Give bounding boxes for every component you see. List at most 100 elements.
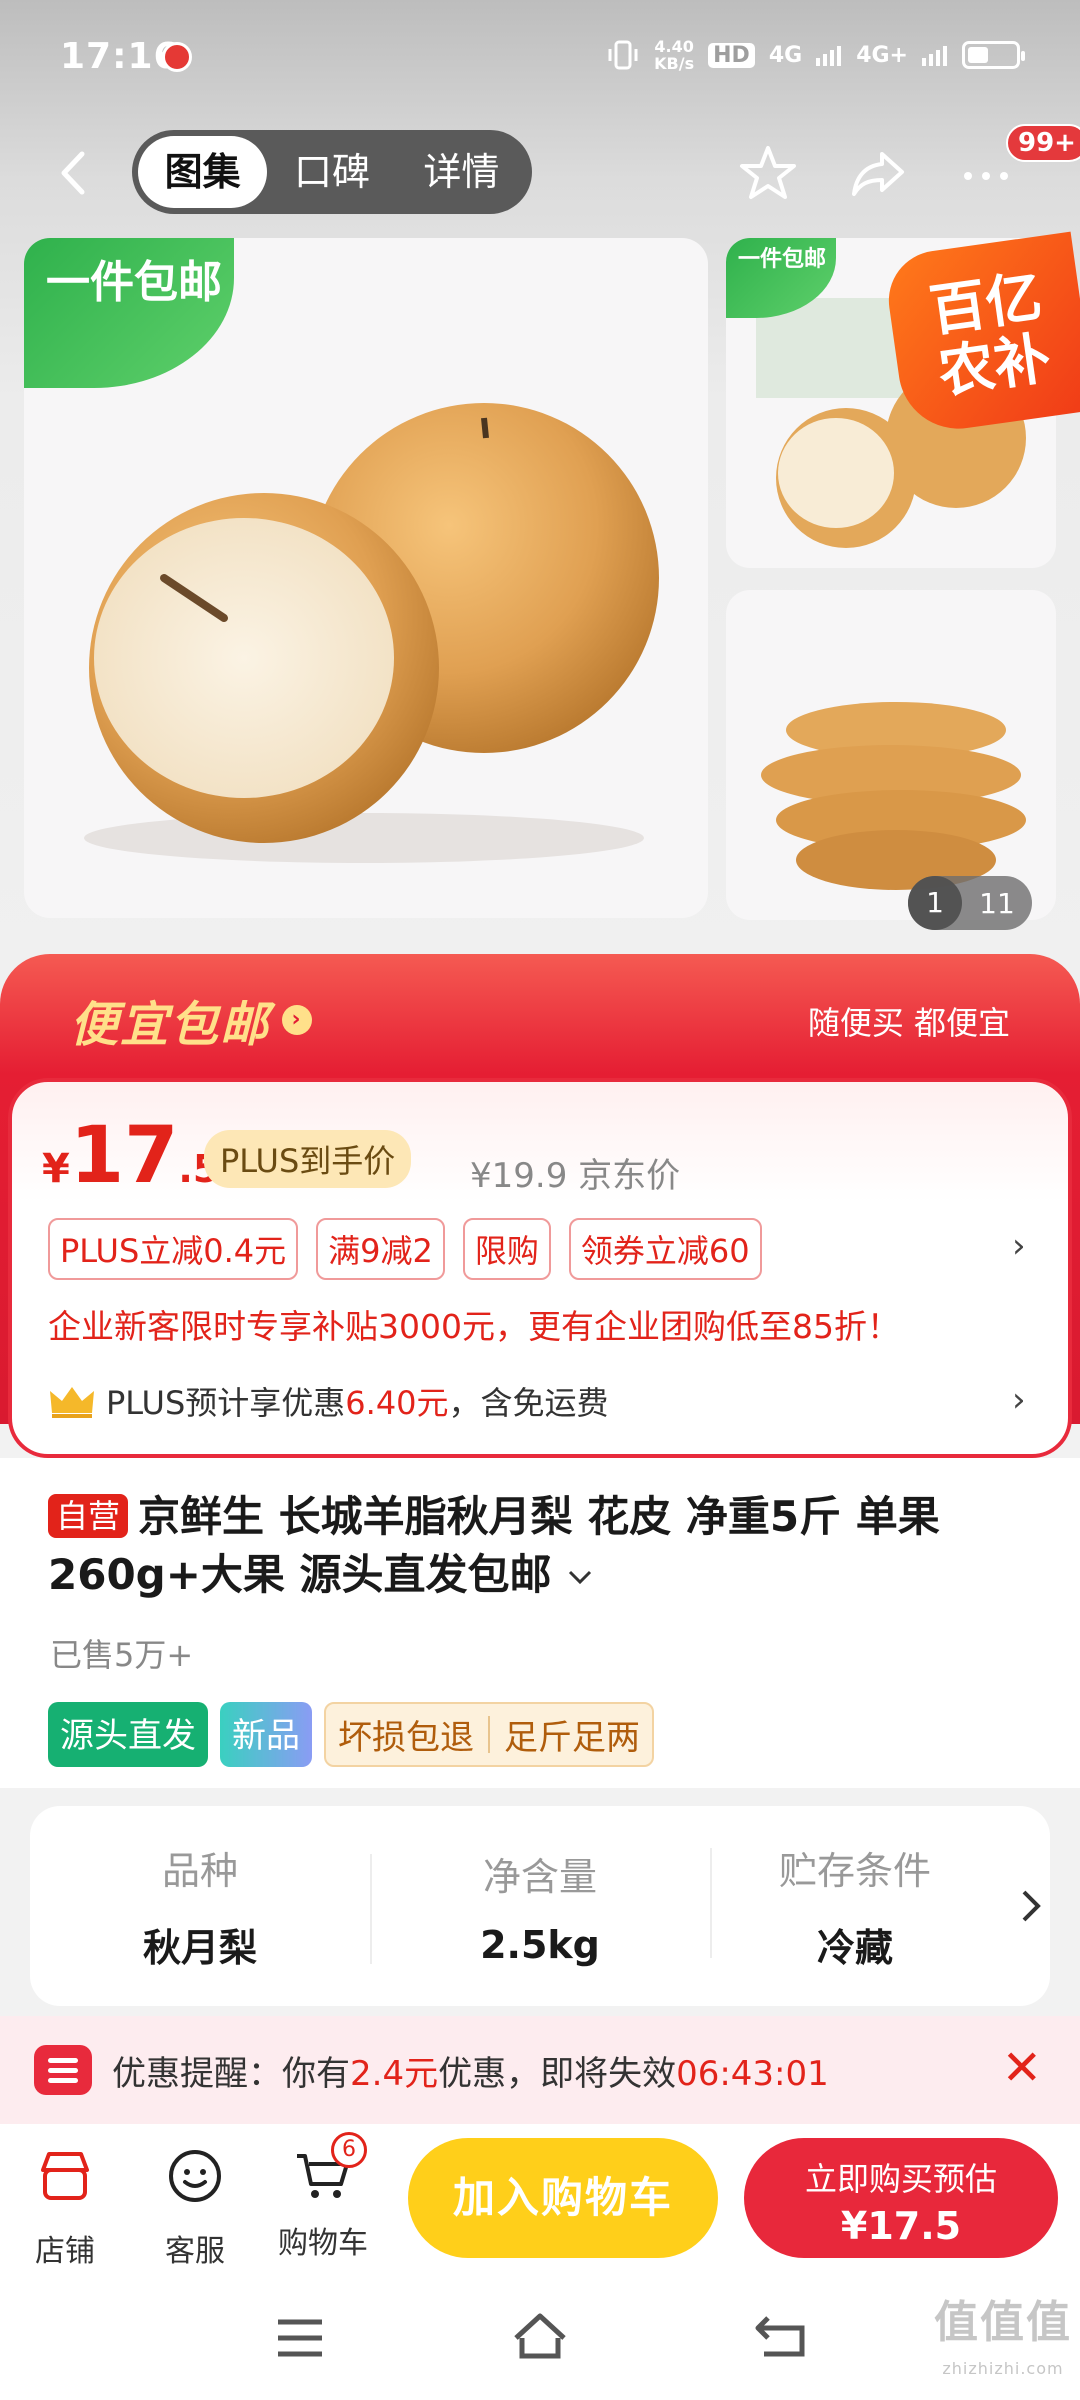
network-indicator-2: 4G+ bbox=[856, 42, 908, 68]
spec-storage: 贮存条件 冷藏 bbox=[710, 1840, 1000, 1972]
product-title[interactable]: 自营 京鲜生 长城羊脂秋月梨 花皮 净重5斤 单果260g+大果 源头直发包邮 bbox=[48, 1488, 1038, 1604]
chevron-right-icon[interactable]: › bbox=[1012, 1226, 1026, 1266]
self-operated-badge: 自营 bbox=[48, 1494, 129, 1538]
buy-now-price: ¥17.5 bbox=[840, 2204, 962, 2248]
service-tag-damage-refund: 坏损包退 bbox=[338, 1718, 474, 1758]
buy-now-button[interactable]: 立即购买预估 ¥17.5 bbox=[744, 2138, 1058, 2258]
spec-value: 2.5kg bbox=[480, 1922, 600, 1967]
coupon-icon bbox=[34, 2045, 92, 2095]
store-icon bbox=[41, 2152, 89, 2200]
tag-new: 新品 bbox=[220, 1702, 312, 1767]
net-speed: 4.40 KB/s bbox=[654, 37, 695, 73]
spec-key: 净含量 bbox=[482, 1854, 597, 1899]
spec-net-content: 净含量 2.5kg bbox=[370, 1846, 710, 1967]
vibrate-icon bbox=[608, 40, 638, 70]
service-tags[interactable]: 坏损包退 足斤足两 bbox=[324, 1702, 654, 1767]
reminder-countdown: 06:43:01 bbox=[676, 2053, 829, 2094]
top-nav: 图集 口碑 详情 99+ bbox=[0, 120, 1080, 230]
add-to-cart-button[interactable]: 加入购物车 bbox=[408, 2138, 718, 2258]
chevron-down-icon[interactable] bbox=[566, 1567, 594, 1587]
menu-icon[interactable] bbox=[274, 2314, 326, 2362]
spec-value: 秋月梨 bbox=[142, 1926, 257, 1970]
buy-now-label: 立即购买预估 bbox=[804, 2160, 997, 2198]
image-counter-total: 11 bbox=[979, 886, 1015, 920]
customer-service-button[interactable]: 客服 bbox=[140, 2144, 250, 2270]
plus-savings[interactable]: PLUS预计享优惠 6.40元 ，含免运费 bbox=[48, 1378, 609, 1424]
spec-variety: 品种 秋月梨 bbox=[30, 1840, 370, 1972]
thumbnail-2[interactable] bbox=[726, 590, 1056, 920]
jd-original-price: ¥19.9 京东价 bbox=[470, 1156, 681, 1196]
service-tag-full-weight: 足斤足两 bbox=[504, 1718, 640, 1758]
cart-button[interactable]: 6 购物车 bbox=[268, 2132, 378, 2262]
main-product-image[interactable]: 一件包邮 bbox=[24, 238, 708, 918]
product-title-text: 京鲜生 长城羊脂秋月梨 花皮 净重5斤 单果260g+大果 源头直发包邮 bbox=[48, 1492, 940, 1599]
cart-icon-wrap: 6 bbox=[291, 2132, 367, 2208]
promo-title[interactable]: 便宜包邮 › bbox=[70, 985, 313, 1055]
chevron-right-icon: › bbox=[282, 1005, 313, 1035]
watermark-text: 值值值 bbox=[934, 2297, 1072, 2348]
promo-subtitle: 随便买 都便宜 bbox=[807, 1004, 1010, 1042]
price-currency: ¥ bbox=[42, 1146, 70, 1192]
enterprise-promo[interactable]: 企业新客限时专享补贴3000元，更有企业团购低至85折！ bbox=[48, 1300, 900, 1348]
service-label: 客服 bbox=[165, 2234, 225, 2269]
close-icon[interactable]: ✕ bbox=[1002, 2044, 1042, 2092]
tab-reviews[interactable]: 口碑 bbox=[267, 136, 396, 208]
image-counter-current: 1 bbox=[908, 876, 962, 930]
app-notification-icon bbox=[162, 42, 192, 72]
discount-reminder[interactable]: 优惠提醒：你有2.4元优惠，即将失效06:43:01 ✕ bbox=[0, 2016, 1080, 2124]
plus-savings-suffix: ，含免运费 bbox=[448, 1384, 609, 1422]
home-icon[interactable] bbox=[510, 2308, 570, 2364]
coupon-chip[interactable]: PLUS立减0.4元 bbox=[48, 1218, 299, 1280]
bottom-action-bar: 店铺 客服 6 购物车 加入购物车 立即购买预估 ¥17.5 bbox=[0, 2124, 1080, 2284]
system-nav-bar bbox=[0, 2284, 1080, 2400]
signal-icon-2 bbox=[922, 46, 947, 66]
plus-price: ¥ 17 .5 bbox=[42, 1116, 219, 1196]
coupon-chips[interactable]: PLUS立减0.4元 满9减2 限购 领券立减60 bbox=[48, 1218, 762, 1280]
spec-value: 冷藏 bbox=[816, 1926, 893, 1970]
plus-savings-prefix: PLUS预计享优惠 bbox=[106, 1384, 346, 1422]
coupon-chip[interactable]: 领券立减60 bbox=[568, 1218, 762, 1280]
chevron-right-icon[interactable] bbox=[1010, 1886, 1050, 1926]
plus-savings-amount: 6.40元 bbox=[345, 1384, 449, 1422]
cart-label: 购物车 bbox=[278, 2226, 368, 2261]
price-integer: 17 bbox=[69, 1111, 179, 1201]
sliced-pear-image bbox=[761, 702, 1026, 890]
status-bar: 17:16 4.40 KB/s HD 4G 4G+ bbox=[0, 0, 1080, 118]
watermark: 值值值 zhizhizhi.com bbox=[934, 2300, 1072, 2392]
tab-details[interactable]: 详情 bbox=[397, 136, 526, 208]
coupon-chip[interactable]: 限购 bbox=[462, 1218, 551, 1280]
spec-key: 品种 bbox=[161, 1849, 238, 1893]
share-icon[interactable] bbox=[846, 142, 910, 206]
coupon-chip[interactable]: 满9减2 bbox=[316, 1218, 445, 1280]
store-label: 店铺 bbox=[35, 2234, 95, 2269]
signal-icon bbox=[816, 46, 842, 66]
cart-count-badge: 6 bbox=[331, 2132, 367, 2168]
reminder-middle: 优惠，即将失效 bbox=[438, 2053, 677, 2094]
tab-gallery[interactable]: 图集 bbox=[138, 136, 268, 208]
reminder-amount: 2.4元 bbox=[350, 2053, 439, 2094]
store-button[interactable]: 店铺 bbox=[10, 2144, 120, 2270]
favorite-star-icon[interactable] bbox=[736, 142, 800, 206]
status-icons: 4.40 KB/s HD 4G 4G+ bbox=[606, 37, 1025, 73]
crown-icon bbox=[50, 1387, 94, 1418]
back-nav-icon[interactable] bbox=[754, 2310, 808, 2362]
battery-icon bbox=[962, 41, 1025, 69]
reminder-text: 优惠提醒：你有2.4元优惠，即将失效06:43:01 bbox=[112, 2046, 829, 2095]
smile-icon bbox=[169, 2150, 221, 2202]
network-indicator-1: 4G bbox=[768, 42, 803, 68]
spec-card[interactable]: 品种 秋月梨 净含量 2.5kg 贮存条件 冷藏 bbox=[30, 1806, 1050, 2006]
sold-count: 已售5万+ bbox=[50, 1636, 194, 1674]
hd-indicator: HD bbox=[708, 42, 755, 68]
chevron-right-icon[interactable]: › bbox=[1012, 1380, 1026, 1420]
back-arrow-icon[interactable] bbox=[50, 148, 100, 198]
spec-key: 贮存条件 bbox=[778, 1849, 931, 1893]
plus-price-label: PLUS到手价 bbox=[204, 1130, 412, 1188]
tag-source-direct: 源头直发 bbox=[48, 1702, 208, 1767]
image-counter: 1 11 bbox=[908, 876, 1032, 930]
watermark-site: zhizhizhi.com bbox=[942, 2359, 1064, 2378]
divider bbox=[488, 1716, 490, 1753]
reminder-label: 优惠提醒：你有 bbox=[112, 2053, 350, 2094]
agri-subsidy-badge: 百亿农补 bbox=[882, 231, 1080, 437]
promo-title-text: 便宜包邮 bbox=[70, 997, 271, 1053]
product-tags: 源头直发 新品 坏损包退 足斤足两 bbox=[48, 1702, 654, 1767]
